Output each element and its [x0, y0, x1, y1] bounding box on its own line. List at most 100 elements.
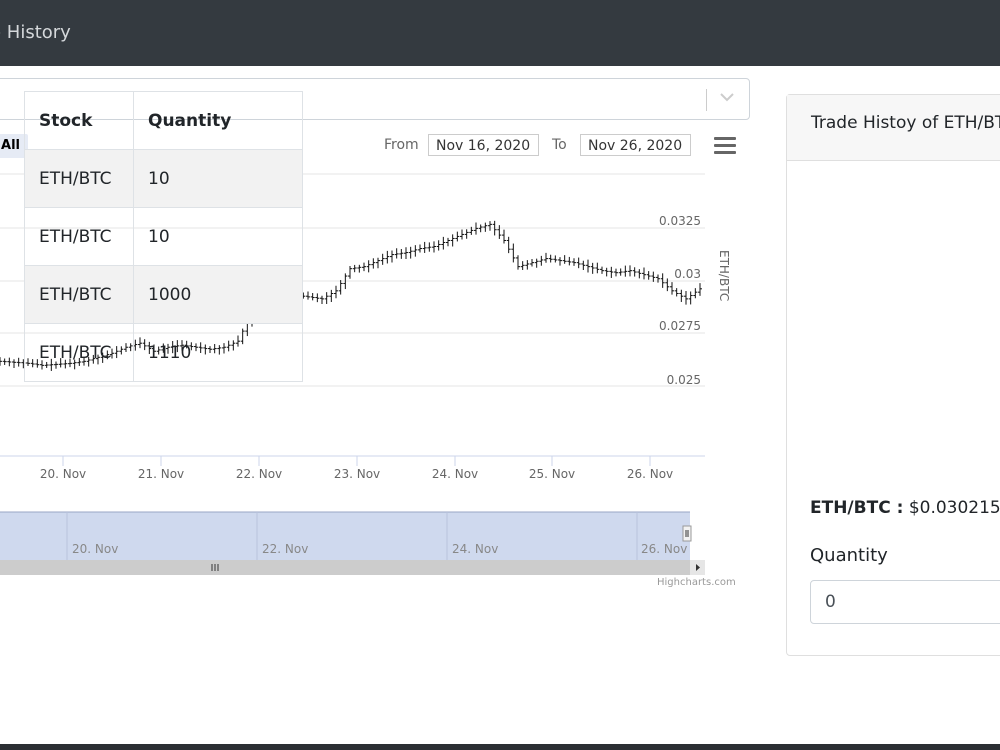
ohlc-bar	[334, 285, 338, 299]
ohlc-bar	[679, 289, 684, 302]
y-tick-label: 0.0275	[659, 319, 701, 333]
current-price: ETH/BTC : $0.030215 c	[810, 498, 1000, 518]
ohlc-bar	[464, 229, 469, 239]
to-date-input[interactable]: Nov 26, 2020	[580, 134, 691, 156]
ohlc-bar	[455, 231, 460, 242]
x-tick-label: 22. Nov	[236, 467, 282, 481]
ohlc-bar	[394, 248, 399, 259]
ohlc-bar	[436, 240, 441, 251]
ohlc-bar	[352, 264, 357, 273]
ohlc-bar	[604, 267, 609, 277]
ohlc-bar	[502, 229, 506, 244]
to-label: To	[552, 137, 567, 153]
ohlc-bar	[427, 242, 432, 252]
ohlc-bar	[600, 266, 604, 274]
ohlc-bar	[558, 257, 562, 266]
ohlc-bar	[371, 258, 376, 269]
navigator-handle-right[interactable]	[682, 525, 692, 542]
column-header-stock: Stock	[24, 91, 134, 150]
ohlc-bar	[450, 234, 455, 247]
ohlc-bar	[422, 241, 427, 253]
cell-stock: ETH/BTC	[24, 323, 134, 382]
ohlc-bar	[688, 291, 693, 305]
ohlc-bar	[670, 282, 674, 295]
ohlc-bar	[2, 358, 7, 365]
ohlc-bar	[385, 250, 390, 264]
select-separator	[706, 89, 707, 111]
ohlc-bar	[446, 237, 450, 247]
ohlc-bar	[576, 257, 581, 269]
ohlc-bar	[404, 247, 408, 259]
navigator-tick-label: 22. Nov	[262, 542, 308, 556]
ohlc-bar	[483, 222, 488, 232]
navigator-tick-label: 24. Nov	[452, 542, 498, 556]
ohlc-bar	[590, 262, 595, 274]
ohlc-bar	[399, 249, 404, 259]
ohlc-bar	[497, 225, 502, 239]
quantity-label: Quantity	[810, 545, 888, 566]
bottom-strip	[0, 744, 1000, 750]
table-row: ETH/BTC 1000	[24, 265, 303, 324]
ohlc-bar	[310, 292, 315, 301]
ohlc-bar	[418, 244, 422, 253]
x-tick-label: 21. Nov	[138, 467, 184, 481]
ohlc-bar	[7, 357, 12, 367]
x-tick-label: 26. Nov	[627, 467, 673, 481]
ohlc-bar	[320, 295, 324, 305]
price-value: $0.030215 c	[908, 498, 1000, 518]
ohlc-bar	[516, 255, 520, 270]
cell-stock: ETH/BTC	[24, 207, 134, 266]
x-tick-label: 24. Nov	[432, 467, 478, 481]
table-row: ETH/BTC 10	[24, 149, 303, 208]
ohlc-bar	[595, 262, 600, 274]
y-axis-title: ETH/BTC	[717, 250, 731, 301]
x-tick-label: 25. Nov	[529, 467, 575, 481]
cell-stock: ETH/BTC	[24, 265, 134, 324]
ohlc-bar	[525, 260, 530, 270]
ohlc-bar	[553, 255, 558, 263]
price-label: ETH/BTC :	[810, 498, 904, 518]
ohlc-bar	[632, 267, 637, 277]
trade-history-card: Trade Histoy of ETH/BTC	[786, 94, 1000, 656]
ohlc-bar	[539, 255, 544, 266]
x-tick-marks	[62, 456, 651, 466]
chevron-down-icon[interactable]	[719, 89, 735, 105]
ohlc-bar	[530, 259, 534, 267]
ohlc-bar	[413, 245, 418, 257]
card-title: Trade Histoy of ETH/BTC	[811, 113, 1000, 133]
table-row: ETH/BTC 10	[24, 207, 303, 266]
ohlc-bar	[520, 261, 525, 270]
ohlc-bar	[390, 250, 394, 263]
trade-history-table: Stock Quantity ETH/BTC 10 ETH/BTC 10 ETH…	[24, 91, 303, 382]
ohlc-bar	[376, 257, 380, 269]
ohlc-bar	[408, 246, 413, 259]
table-row: ETH/BTC 1110	[24, 323, 303, 382]
ohlc-bar	[488, 221, 492, 231]
cell-stock: ETH/BTC	[24, 149, 134, 208]
ohlc-bar	[380, 253, 385, 265]
ohlc-bar	[674, 288, 679, 297]
ohlc-bar	[665, 278, 670, 292]
x-tick-label: 20. Nov	[40, 467, 86, 481]
y-tick-label: 0.03	[674, 267, 701, 281]
from-date-input[interactable]: Nov 16, 2020	[428, 134, 539, 156]
table-header-row: Stock Quantity	[24, 91, 303, 150]
cell-quantity: 10	[133, 207, 303, 266]
ohlc-bar	[329, 289, 334, 302]
ohlc-bar	[506, 236, 511, 254]
ohlc-bar	[618, 268, 623, 276]
ohlc-bar	[586, 259, 590, 273]
ohlc-bar	[628, 265, 632, 277]
ohlc-bar	[348, 265, 352, 279]
card-header: Trade Histoy of ETH/BTC	[787, 95, 1000, 161]
ohlc-bar	[366, 260, 371, 273]
scrollbar-thumb[interactable]	[0, 560, 690, 575]
column-header-quantity: Quantity	[133, 91, 303, 150]
y-tick-label: 0.0325	[659, 214, 701, 228]
hamburger-menu-icon[interactable]	[714, 137, 736, 157]
ohlc-bar	[12, 359, 16, 368]
ohlc-bar	[614, 268, 618, 277]
quantity-input[interactable]	[810, 580, 1000, 624]
credits-link[interactable]: Highcharts.com	[657, 577, 736, 588]
ohlc-bar	[572, 258, 576, 266]
